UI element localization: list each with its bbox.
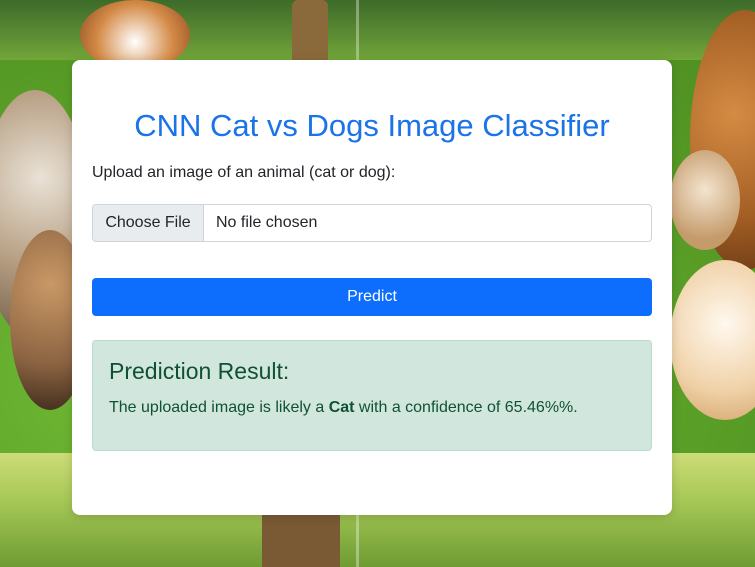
predict-button[interactable]: Predict	[92, 278, 652, 316]
classifier-card: CNN Cat vs Dogs Image Classifier Upload …	[72, 60, 672, 515]
choose-file-button[interactable]: Choose File	[93, 205, 204, 241]
result-text: The uploaded image is likely a Cat with …	[109, 397, 635, 419]
file-status: No file chosen	[216, 214, 318, 231]
background-kitten-right	[670, 150, 740, 250]
result-heading: Prediction Result:	[109, 358, 290, 384]
page-title: CNN Cat vs Dogs Image Classifier	[134, 108, 610, 143]
file-input[interactable]: Choose File No file chosen	[92, 204, 652, 242]
result-text-middle: with a confidence of	[354, 399, 505, 416]
result-label: Cat	[328, 399, 355, 416]
prediction-result: Prediction Result: The uploaded image is…	[92, 340, 652, 451]
result-text-prefix: The uploaded image is likely a	[109, 399, 329, 416]
upload-label: Upload an image of an animal (cat or dog…	[92, 164, 396, 181]
result-confidence: 65.46%%.	[504, 399, 578, 416]
